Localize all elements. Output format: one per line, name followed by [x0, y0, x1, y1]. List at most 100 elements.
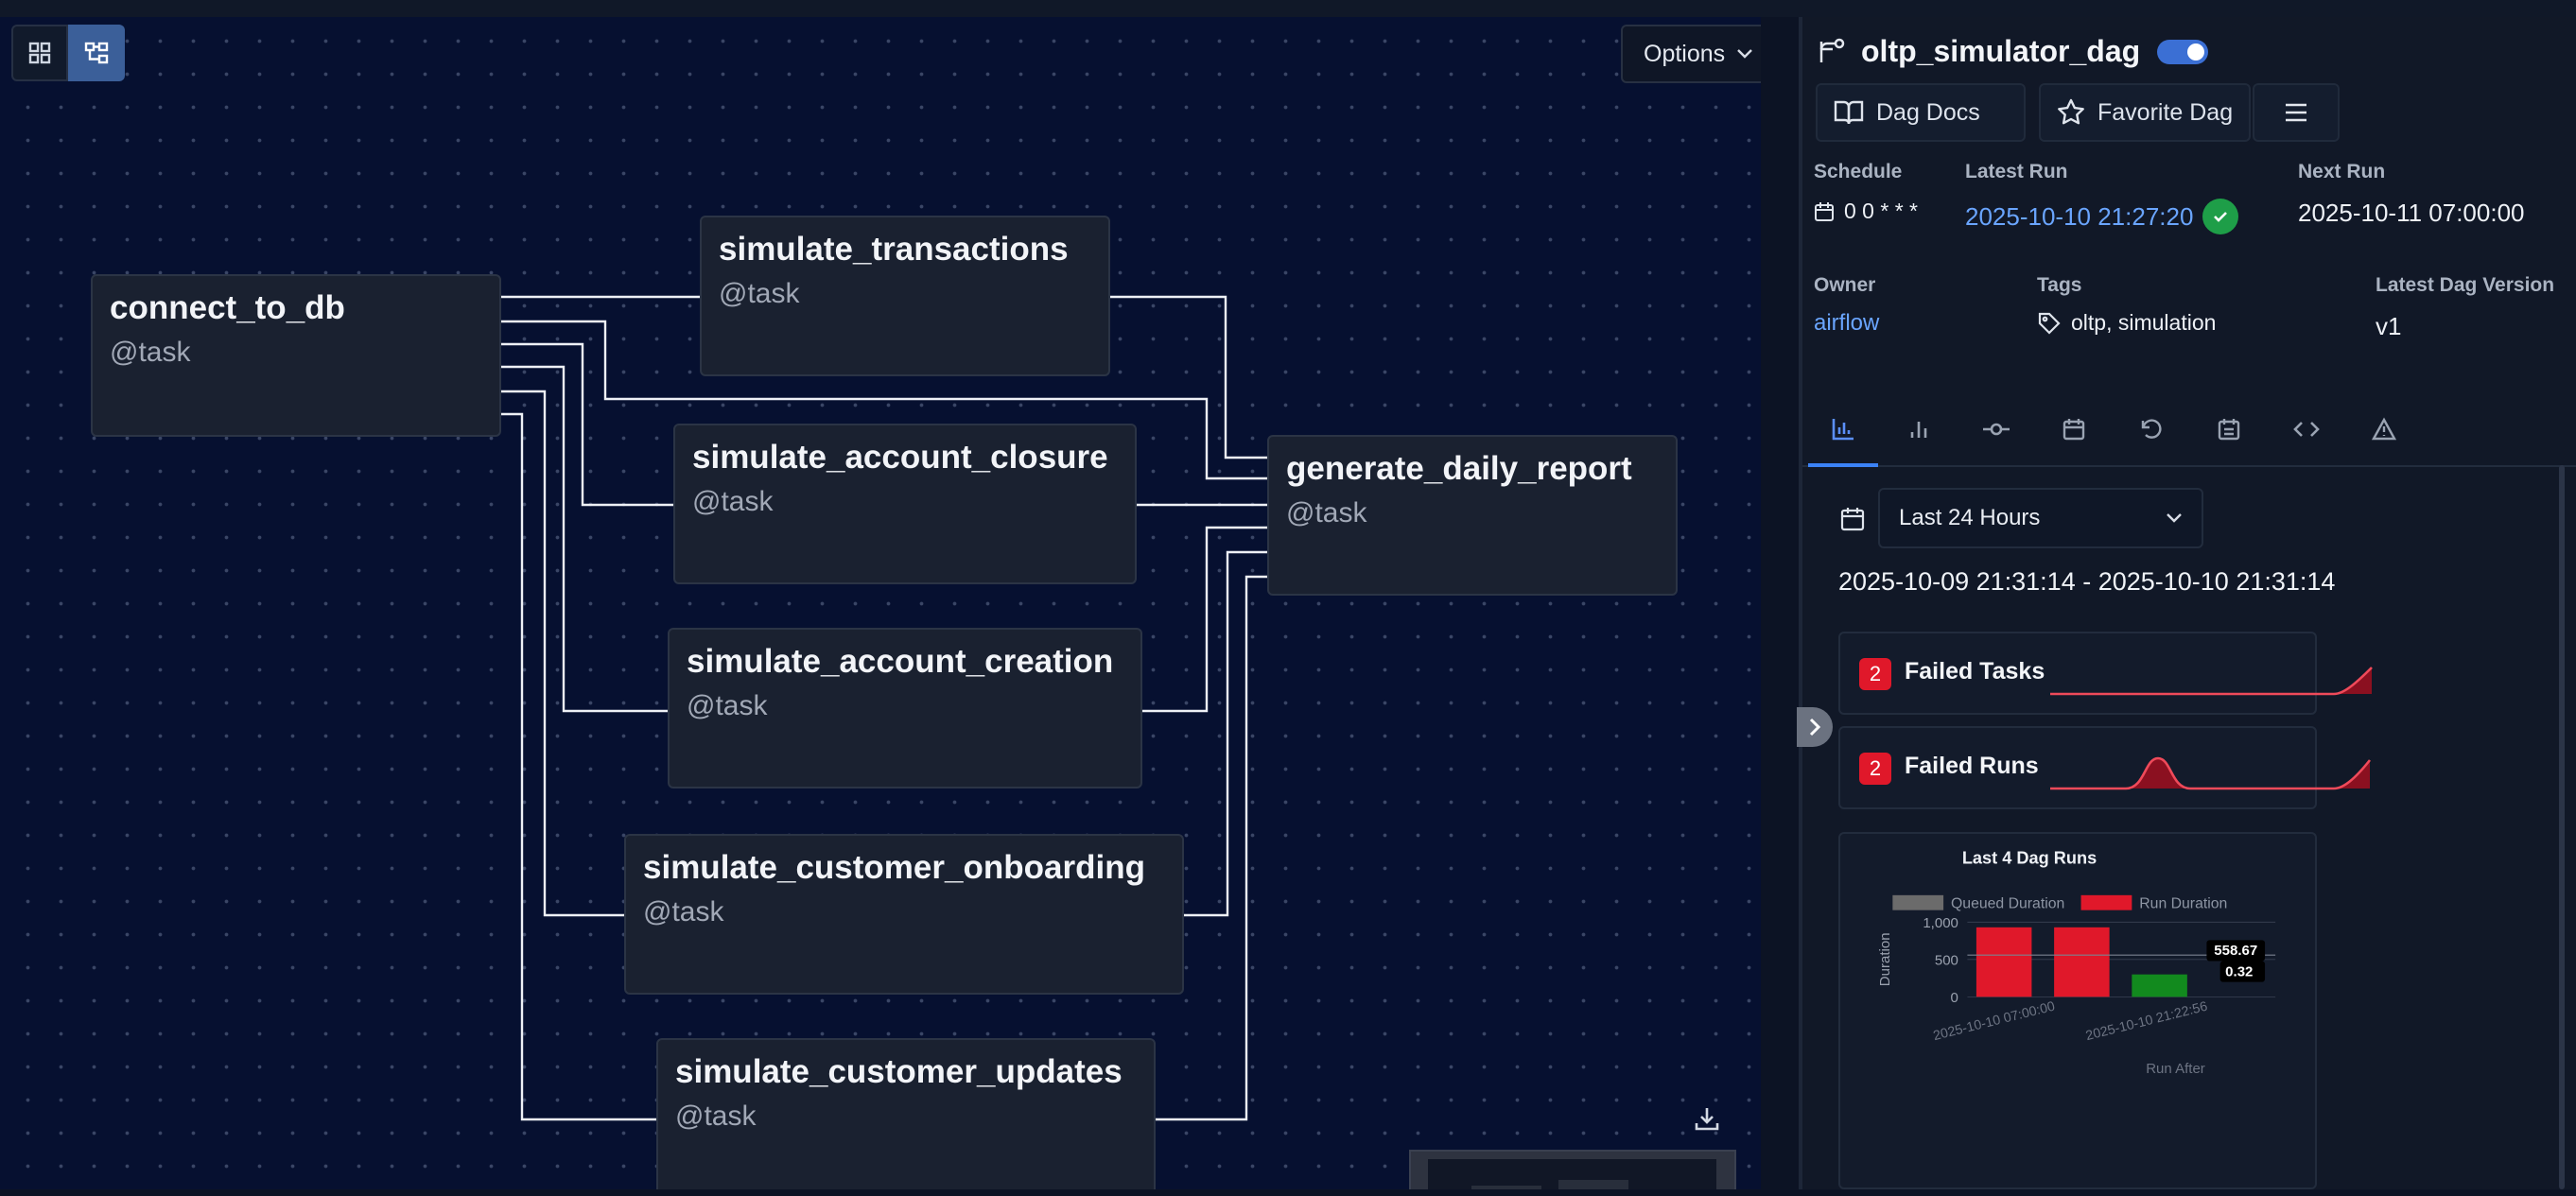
y-tick-label: 500 [1935, 952, 1958, 968]
time-range-text: 2025-10-09 21:31:14 - 2025-10-10 21:31:1… [1838, 567, 2336, 596]
time-range-selected: Last 24 Hours [1899, 505, 2041, 530]
task-node-generate_daily_report[interactable]: generate_daily_report @task [1267, 435, 1678, 596]
task-name: simulate_customer_onboarding [643, 849, 1145, 886]
panel-scrollbar[interactable] [2559, 465, 2565, 1189]
failed-tasks-count: 2 [1859, 658, 1891, 690]
task-type: @task [675, 1101, 757, 1132]
options-label: Options [1644, 40, 1726, 67]
tag-icon [2038, 312, 2061, 335]
failed-runs-count: 2 [1859, 753, 1891, 785]
legend-swatch [2080, 894, 2132, 910]
favorite-dag-button[interactable]: Favorite Dag [2039, 83, 2251, 142]
task-name: simulate_account_closure [692, 439, 1108, 476]
graph-icon [84, 42, 109, 64]
dag-edge [501, 342, 673, 507]
download-button[interactable] [1693, 1104, 1721, 1137]
task-node-simulate_account_closure[interactable]: simulate_account_closure @task [673, 424, 1137, 584]
dag-details-panel: oltp_simulator_dag Dag Docs Favorite Dag… [1802, 17, 2576, 1189]
time-range-select[interactable]: Last 24 Hours [1878, 488, 2203, 548]
schedule-label: Schedule [1814, 161, 1903, 182]
schedule-value: 0 0 * * * [1814, 199, 1918, 224]
version-label: Latest Dag Version [2376, 274, 2555, 296]
tab-backfills[interactable] [2130, 408, 2173, 450]
run-duration-bar [2132, 974, 2187, 997]
task-name: simulate_transactions [719, 231, 1069, 268]
calendar-list-icon [2218, 419, 2240, 441]
last-dag-runs-card: Last 4 Dag Runs Queued Duration Run Durati… [1838, 832, 2317, 1189]
calendar-icon [1815, 201, 1834, 221]
task-name: connect_to_db [110, 289, 345, 326]
bar-chart-icon [1910, 422, 1927, 438]
latest-run-label: Latest Run [1965, 161, 2068, 182]
undo-icon [2141, 419, 2162, 439]
grid-icon [28, 42, 51, 64]
dag-docs-button[interactable]: Dag Docs [1816, 83, 2026, 142]
tab-calendar[interactable] [2052, 408, 2096, 450]
commit-icon [1983, 423, 2010, 436]
tab-events[interactable] [2207, 408, 2251, 450]
graph-canvas[interactable]: connect_to_db @task simulate_transactions @… [0, 17, 1761, 1189]
latest-run-link[interactable]: 2025-10-10 21:27:20 [1965, 202, 2193, 232]
task-type: @task [687, 690, 768, 721]
tab-graph[interactable] [1975, 408, 2018, 450]
y-tick-label: 1,000 [1923, 915, 1958, 931]
graph-view-button[interactable] [68, 25, 125, 81]
failed-runs-card[interactable]: 2 Failed Runs [1838, 726, 2372, 809]
chevron-down-icon [1737, 49, 1753, 59]
task-node-connect_to_db[interactable]: connect_to_db @task [91, 274, 501, 437]
bar-chart-icon [1832, 419, 1854, 441]
grid-view-button[interactable] [11, 25, 68, 81]
warning-icon [2372, 417, 2396, 441]
next-run-value: 2025-10-11 07:00:00 [2298, 199, 2525, 227]
tab-code[interactable] [2285, 408, 2328, 450]
run-duration-bar [2054, 927, 2110, 997]
top-strip [0, 0, 2576, 17]
menu-button[interactable] [2253, 83, 2340, 142]
dag-docs-label: Dag Docs [1876, 98, 1980, 126]
pause-toggle[interactable] [2157, 39, 2209, 64]
y-tick-label: 0 [1951, 990, 1958, 1006]
dag-header: oltp_simulator_dag [1816, 34, 2209, 69]
menu-icon [2286, 103, 2306, 122]
legend-swatch [1892, 894, 1944, 910]
dag-edge [1184, 550, 1267, 917]
task-node-simulate_customer_updates[interactable]: simulate_customer_updates @task [656, 1038, 1156, 1189]
legend-label: Queued Duration [1951, 895, 2064, 911]
chevron-right-icon [1809, 718, 1821, 737]
y-axis-label: Duration [1877, 932, 1893, 986]
version-value: v1 [2376, 312, 2402, 340]
task-name: generate_daily_report [1286, 450, 1632, 487]
tags-text: oltp, simulation [2071, 310, 2217, 335]
run-duration-bar [1976, 927, 2032, 997]
download-icon [1695, 1108, 1719, 1131]
task-type: @task [692, 486, 774, 517]
calendar-icon [1840, 508, 1865, 531]
code-icon [2293, 422, 2320, 437]
tooltip-label: 0.32 [2225, 963, 2253, 979]
tab-overview[interactable] [1808, 408, 1878, 467]
star-icon [2058, 98, 2084, 125]
next-run-label: Next Run [2298, 161, 2386, 182]
options-button[interactable]: Options [1621, 25, 1761, 83]
task-node-simulate_customer_onboarding[interactable]: simulate_customer_onboarding @task [624, 834, 1184, 995]
book-open-icon [1834, 100, 1864, 125]
task-type: @task [643, 896, 724, 927]
task-node-simulate_transactions[interactable]: simulate_transactions @task [700, 216, 1110, 376]
dag-edge [501, 365, 668, 713]
owner-label: Owner [1814, 274, 1876, 296]
dag-icon [1819, 38, 1845, 62]
tags-label: Tags [2037, 274, 2082, 296]
chart-title: Last 4 Dag Runs [1962, 849, 2097, 868]
dag-edge [501, 412, 656, 1121]
task-node-simulate_account_creation[interactable]: simulate_account_creation @task [668, 628, 1142, 789]
failed-tasks-label: Failed Tasks [1905, 658, 2045, 685]
dag-edges [501, 295, 1267, 1121]
tab-warnings[interactable] [2362, 408, 2406, 450]
failed-tasks-card[interactable]: 2 Failed Tasks [1838, 632, 2373, 715]
owner-link[interactable]: airflow [1814, 310, 1879, 337]
tab-grid[interactable] [1897, 408, 1941, 450]
task-name: simulate_customer_updates [675, 1053, 1123, 1090]
x-axis-label: Run After [2146, 1061, 2205, 1077]
minimap[interactable] [1409, 1150, 1736, 1189]
legend-label: Run Duration [2139, 895, 2227, 911]
